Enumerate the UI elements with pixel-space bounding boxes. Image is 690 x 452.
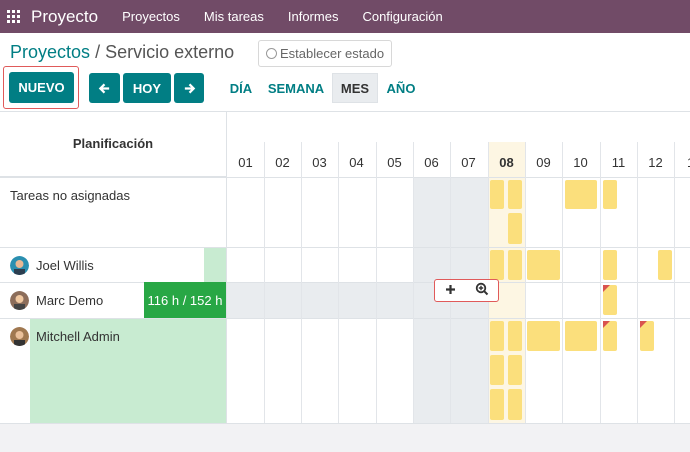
scale-month[interactable]: MES	[332, 73, 378, 103]
day-column-line	[674, 142, 675, 424]
row-unavailable-marc	[226, 283, 413, 318]
task-pill[interactable]	[603, 250, 617, 280]
breadcrumb-current: Servicio externo	[105, 42, 235, 62]
day-column-line	[338, 142, 339, 424]
today-button[interactable]: HOY	[123, 73, 171, 103]
task-pill-warning[interactable]	[640, 321, 654, 351]
day-column-line	[525, 142, 526, 424]
task-pill[interactable]	[565, 321, 597, 351]
set-status-button[interactable]: Establecer estado	[258, 40, 393, 67]
scale-year[interactable]: AÑO	[381, 73, 421, 103]
progress-badge-marc: 116 h / 152 h	[144, 282, 226, 318]
task-pill[interactable]	[565, 180, 597, 209]
day-column-line	[637, 142, 638, 424]
status-radio-icon	[266, 48, 277, 59]
scale-day[interactable]: DÍA	[224, 73, 258, 103]
day-header-05: 05	[387, 155, 402, 170]
day-column-line	[376, 142, 377, 424]
task-pill[interactable]	[508, 355, 522, 385]
task-pill[interactable]	[490, 389, 504, 420]
menu-item-proyectos[interactable]: Proyectos	[122, 9, 180, 24]
menu-item-mis-tareas[interactable]: Mis tareas	[204, 9, 264, 24]
day-column-line	[413, 142, 414, 424]
next-button[interactable]	[174, 73, 204, 103]
previous-button[interactable]	[89, 73, 120, 103]
arrow-left-icon	[98, 83, 110, 93]
task-pill[interactable]	[490, 321, 504, 351]
footer-area	[0, 423, 690, 452]
avatar	[10, 290, 29, 310]
day-column-line	[264, 142, 265, 424]
row-label-unassigned: Tareas no asignadas	[10, 187, 130, 203]
day-column-line	[562, 142, 563, 424]
row-divider	[0, 247, 690, 248]
task-pill[interactable]	[508, 250, 522, 280]
row-label-mitchell: Mitchell Admin	[0, 326, 120, 346]
task-pill[interactable]	[603, 180, 617, 209]
breadcrumb-parent[interactable]: Proyectos	[10, 42, 90, 62]
day-header-02: 02	[275, 155, 290, 170]
zoom-in-icon	[475, 282, 488, 295]
row-divider	[0, 282, 690, 283]
task-pill[interactable]	[508, 213, 522, 244]
gantt-grid: Planificación 01 02 03 04 05 06 07 08 09…	[0, 111, 690, 424]
plus-icon	[445, 285, 455, 294]
new-button[interactable]: NUEVO	[9, 72, 74, 103]
day-header-03: 03	[312, 155, 327, 170]
row-label-joel: Joel Willis	[0, 255, 94, 275]
day-column-line	[301, 142, 302, 424]
day-header-12: 12	[648, 155, 663, 170]
task-pill[interactable]	[490, 355, 504, 385]
day-header-01: 01	[238, 155, 253, 170]
task-pill-warning[interactable]	[603, 321, 617, 351]
row-label-text: Marc Demo	[36, 292, 104, 308]
day-header-08: 08	[499, 155, 514, 170]
menu-item-configuracion[interactable]: Configuración	[362, 9, 442, 24]
capacity-bar-joel	[204, 248, 226, 282]
scale-week[interactable]: SEMANA	[262, 73, 330, 103]
arrow-right-icon	[184, 83, 195, 93]
row-label-text: Joel Willis	[36, 257, 94, 273]
task-pill[interactable]	[508, 321, 522, 351]
zoom-in-button[interactable]	[475, 282, 489, 300]
task-pill[interactable]	[490, 250, 504, 280]
task-pill[interactable]	[508, 180, 522, 209]
set-status-label: Establecer estado	[280, 46, 385, 61]
top-navbar: Proyecto Proyectos Mis tareas Informes C…	[0, 0, 690, 33]
day-header-13: 1	[674, 148, 690, 177]
day-header-11: 11	[611, 155, 626, 170]
day-column-line	[600, 142, 601, 424]
avatar	[10, 255, 29, 275]
breadcrumb: Proyectos / Servicio externo	[10, 42, 234, 63]
task-pill[interactable]	[490, 180, 504, 209]
day-header-04: 04	[349, 155, 364, 170]
task-pill[interactable]	[527, 321, 560, 351]
breadcrumb-separator: /	[95, 42, 101, 62]
add-task-button[interactable]	[445, 282, 456, 299]
task-pill[interactable]	[508, 389, 522, 420]
avatar	[10, 326, 29, 346]
menu-item-informes[interactable]: Informes	[288, 9, 339, 24]
day-header-10: 10	[573, 155, 588, 170]
row-label-text: Mitchell Admin	[36, 328, 120, 344]
day-header-07: 07	[461, 155, 476, 170]
apps-menu-icon[interactable]	[7, 10, 20, 23]
day-header-06: 06	[424, 155, 439, 170]
task-pill-warning[interactable]	[603, 285, 617, 315]
day-header-09: 09	[536, 155, 551, 170]
row-label-marc: Marc Demo	[0, 290, 103, 310]
cell-hover-actions	[434, 279, 499, 302]
task-pill[interactable]	[658, 250, 672, 280]
header-divider	[0, 177, 690, 178]
planning-header: Planificación	[0, 112, 226, 177]
task-pill[interactable]	[527, 250, 560, 280]
app-name[interactable]: Proyecto	[31, 7, 98, 27]
